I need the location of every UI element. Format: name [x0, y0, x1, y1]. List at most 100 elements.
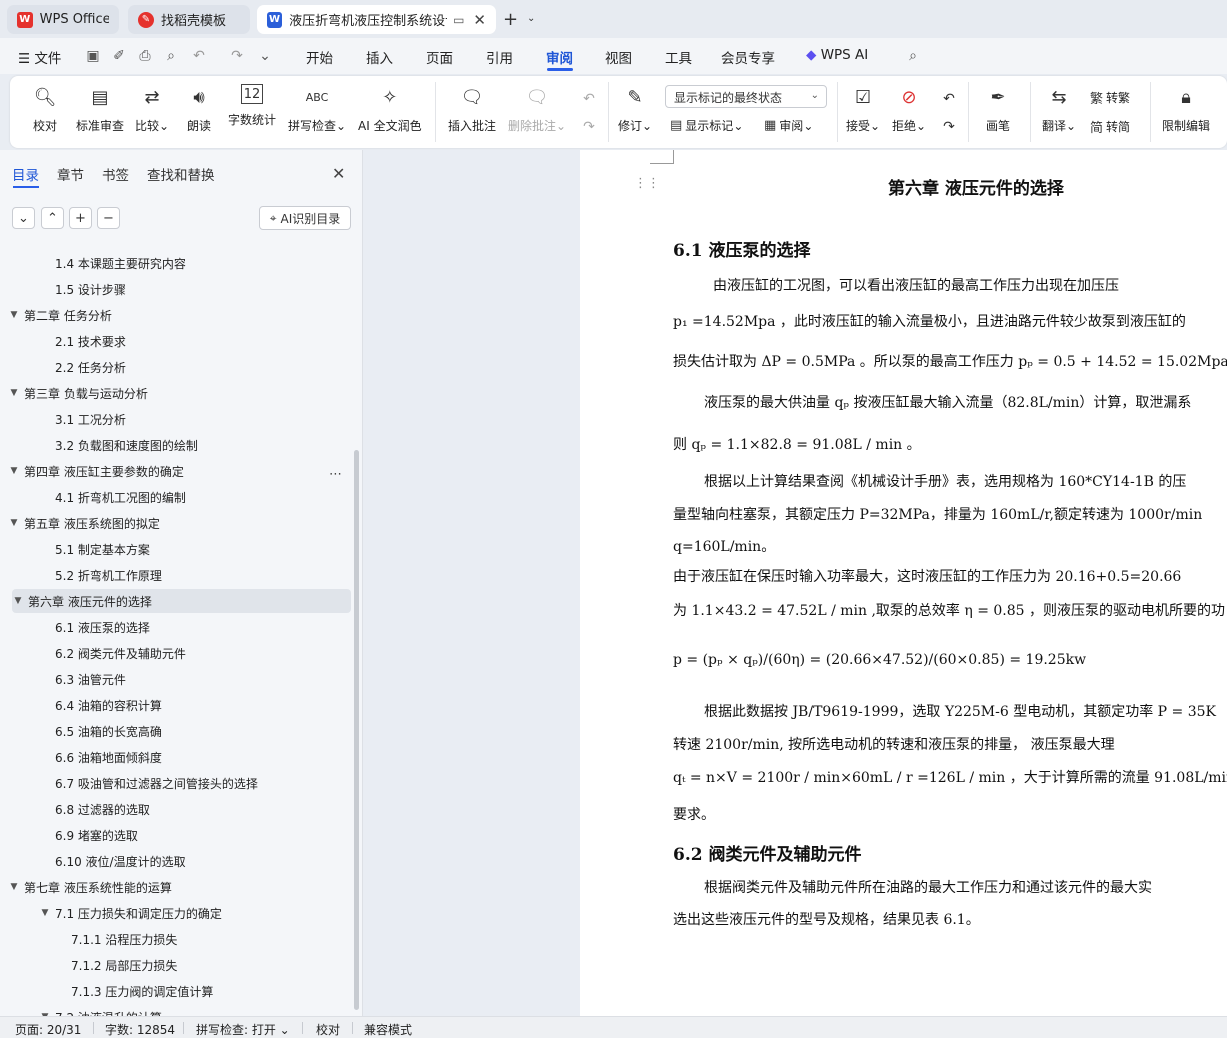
- toc-item[interactable]: 6.4 油箱的容积计算: [0, 693, 351, 717]
- drag-handle-icon[interactable]: ⋮⋮: [634, 176, 660, 191]
- toc-item[interactable]: 2.2 任务分析: [0, 355, 351, 379]
- undo-icon[interactable]: ↶: [190, 47, 208, 65]
- track-changes-button[interactable]: ✎ 修订⌄: [618, 84, 652, 134]
- toc-item[interactable]: 4.1 折弯机工况图的编制: [0, 485, 351, 509]
- prev-comment-button[interactable]: ↶: [576, 86, 602, 112]
- read-aloud-button[interactable]: 🔊︎ 朗读: [186, 84, 212, 134]
- spell-check-status[interactable]: 拼写检查: 打开 ⌄: [196, 1021, 290, 1038]
- nav-tab-sections[interactable]: 章节: [57, 164, 84, 184]
- compare-button[interactable]: ⇄ 比较⌄: [135, 84, 169, 134]
- redo-icon[interactable]: ↷: [228, 47, 246, 65]
- toc-item[interactable]: 6.10 液位/温度计的选取: [0, 849, 351, 873]
- to-traditional-button[interactable]: 繁转繁: [1090, 88, 1130, 107]
- toc-item[interactable]: 6.8 过滤器的选取: [0, 797, 351, 821]
- page-indicator[interactable]: 页面: 20/31: [15, 1021, 81, 1038]
- toc-item[interactable]: 6.1 液压泵的选择: [0, 615, 351, 639]
- restrict-edit-button[interactable]: 🔒︎ 限制编辑: [1162, 84, 1210, 134]
- print-icon[interactable]: ⎙: [136, 47, 154, 65]
- toc-item[interactable]: 3.1 工况分析: [0, 407, 351, 431]
- review-pane-button[interactable]: ▦ 审阅 ⌄: [764, 117, 813, 134]
- menu-review[interactable]: 审阅: [546, 47, 573, 67]
- print-preview-icon[interactable]: ⌕: [162, 47, 180, 65]
- ai-polish-button[interactable]: ✧ AI 全文润色: [358, 84, 422, 134]
- menu-wps-ai[interactable]: ◆ WPS AI: [806, 47, 868, 63]
- toc-item[interactable]: 6.7 吸油管和过滤器之间管接头的选择: [0, 771, 351, 795]
- collapse-triangle-icon[interactable]: ▼: [8, 882, 20, 892]
- menu-view[interactable]: 视图: [605, 47, 632, 67]
- toc-item[interactable]: ▼ 第四章 液压缸主要参数的确定: [0, 459, 351, 483]
- word-count-button[interactable]: 12 字数统计: [228, 84, 276, 128]
- close-icon[interactable]: ✕: [473, 11, 486, 29]
- collapse-triangle-icon[interactable]: ▼: [8, 466, 20, 476]
- toc-item[interactable]: ▼ 7.1 压力损失和调定压力的确定: [0, 901, 351, 925]
- tab-document[interactable]: W 液压折弯机液压控制系统设计 ▭ ✕: [257, 5, 496, 34]
- ai-toc-button[interactable]: ⌖ AI识别目录: [259, 206, 351, 230]
- toc-item[interactable]: 7.1.3 压力阀的调定值计算: [0, 979, 351, 1003]
- collapse-triangle-icon[interactable]: ▼: [8, 518, 20, 528]
- toc-item[interactable]: 7.1.1 沿程压力损失: [0, 927, 351, 951]
- toc-item[interactable]: 3.2 负载图和速度图的绘制: [0, 433, 351, 457]
- monitor-icon[interactable]: ▭: [453, 13, 464, 27]
- menu-tools[interactable]: 工具: [665, 47, 692, 67]
- toc-item[interactable]: 6.5 油箱的长宽高确: [0, 719, 351, 743]
- menu-insert[interactable]: 插入: [366, 47, 393, 67]
- close-icon[interactable]: ✕: [332, 164, 345, 183]
- menu-reference[interactable]: 引用: [486, 47, 513, 67]
- expand-all-button[interactable]: ⌄: [12, 207, 35, 229]
- toc-item[interactable]: 2.1 技术要求: [0, 329, 351, 353]
- pen-button[interactable]: ✒ 画笔: [985, 84, 1011, 134]
- nav-tab-toc[interactable]: 目录: [12, 164, 39, 184]
- toc-item[interactable]: 5.2 折弯机工作原理: [0, 563, 351, 587]
- new-tab-icon[interactable]: +: [503, 9, 518, 30]
- next-comment-button[interactable]: ↷: [576, 114, 602, 140]
- menu-page[interactable]: 页面: [426, 47, 453, 67]
- toc-item[interactable]: ▼ 第三章 负载与运动分析: [0, 381, 351, 405]
- toc-item[interactable]: ▼ 第六章 液压元件的选择: [12, 589, 351, 613]
- to-simplified-button[interactable]: 简转简: [1090, 117, 1130, 136]
- collapse-triangle-icon[interactable]: ▼: [8, 310, 20, 320]
- next-change-button[interactable]: ↷: [936, 114, 962, 140]
- collapse-triangle-icon[interactable]: ▼: [12, 596, 24, 606]
- toc-item[interactable]: 6.2 阀类元件及辅助元件: [0, 641, 351, 665]
- toc-item[interactable]: 6.6 油箱地面倾斜度: [0, 745, 351, 769]
- toc-item[interactable]: 1.5 设计步骤: [0, 277, 351, 301]
- toc-item[interactable]: 1.4 本课题主要研究内容: [0, 251, 351, 275]
- format-painter-icon[interactable]: ✐: [110, 47, 128, 65]
- menu-member[interactable]: 会员专享: [721, 47, 775, 67]
- proofread-button[interactable]: 🔍︎ 校对: [32, 84, 58, 134]
- toc-item[interactable]: 5.1 制定基本方案: [0, 537, 351, 561]
- delete-comment-button[interactable]: 🗨︎ 删除批注⌄: [508, 84, 566, 134]
- prev-change-button[interactable]: ↶: [936, 86, 962, 112]
- collapse-triangle-icon[interactable]: ▼: [39, 908, 51, 918]
- add-heading-button[interactable]: +: [69, 207, 92, 229]
- menu-start[interactable]: 开始: [306, 47, 333, 67]
- nav-scrollbar[interactable]: [354, 450, 359, 1010]
- accept-button[interactable]: ☑ 接受⌄: [846, 84, 880, 134]
- collapse-all-button[interactable]: ⌃: [41, 207, 64, 229]
- document-page[interactable]: ⋮⋮ 第六章 液压元件的选择 6.1 液压泵的选择 由液压缸的工况图，可以看出液…: [580, 150, 1227, 1016]
- tab-wps-office[interactable]: W WPS Office: [7, 5, 119, 34]
- nav-tab-bookmarks[interactable]: 书签: [102, 164, 129, 184]
- toc-item[interactable]: 7.1.2 局部压力损失: [0, 953, 351, 977]
- tab-docer-template[interactable]: ✎ 找稻壳模板: [128, 5, 250, 34]
- toc-item[interactable]: 6.3 油管元件: [0, 667, 351, 691]
- spell-check-button[interactable]: ABC 拼写检查⌄: [288, 84, 346, 134]
- insert-comment-button[interactable]: 🗨︎ 插入批注: [448, 84, 496, 134]
- chevron-down-icon[interactable]: ⌄: [527, 13, 535, 24]
- toc-item[interactable]: 6.9 堵塞的选取: [0, 823, 351, 847]
- proofread-status[interactable]: 校对: [316, 1021, 340, 1038]
- reject-button[interactable]: ⊘ 拒绝⌄: [892, 84, 926, 134]
- nav-tab-find-replace[interactable]: 查找和替换: [147, 164, 215, 184]
- word-count-indicator[interactable]: 字数: 12854: [105, 1021, 175, 1038]
- toc-item[interactable]: ▼ 第二章 任务分析: [0, 303, 351, 327]
- search-icon[interactable]: ⌕: [904, 47, 922, 65]
- chevron-down-icon[interactable]: ⌄: [256, 47, 274, 65]
- file-menu[interactable]: ☰ 文件: [18, 47, 61, 67]
- save-icon[interactable]: ▣: [84, 47, 102, 65]
- remove-heading-button[interactable]: −: [97, 207, 120, 229]
- toc-item[interactable]: ▼ 第五章 液压系统图的拟定: [0, 511, 351, 535]
- markup-state-select[interactable]: 显示标记的最终状态 ⌄: [665, 85, 827, 108]
- translate-button[interactable]: ⇆ 翻译⌄: [1042, 84, 1076, 134]
- toc-item[interactable]: ▼ 第七章 液压系统性能的运算: [0, 875, 351, 899]
- more-options-icon[interactable]: ⋯: [329, 467, 342, 482]
